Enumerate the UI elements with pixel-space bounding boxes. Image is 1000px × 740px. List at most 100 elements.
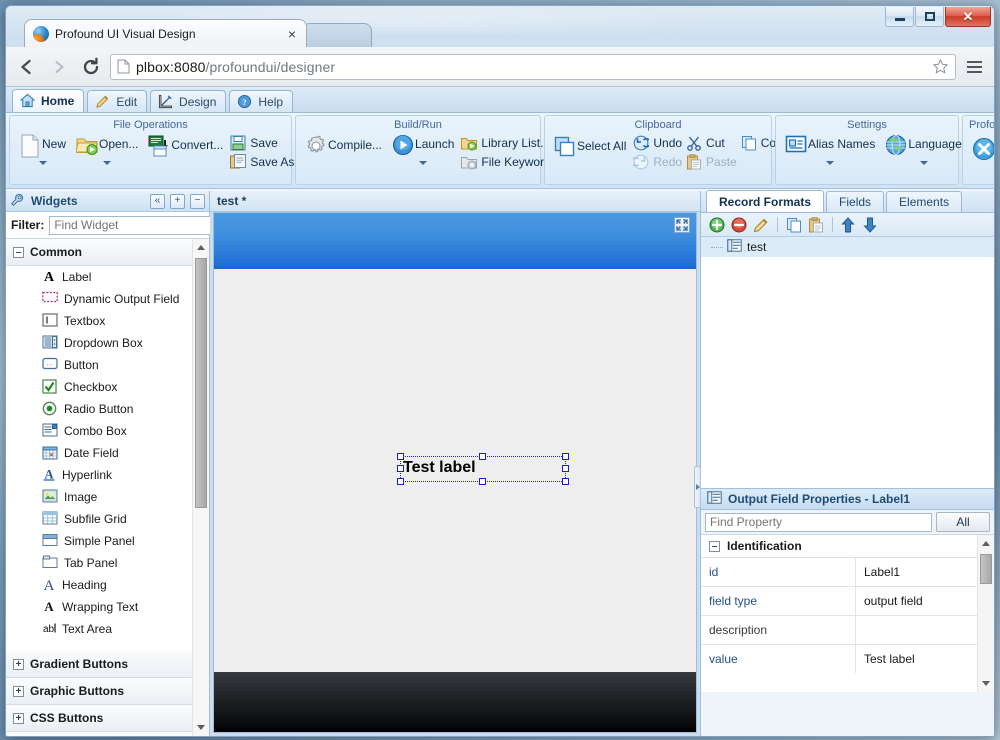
tab-record-formats[interactable]: Record Formats — [706, 190, 825, 212]
browser-tab-active[interactable]: Profound UI Visual Design × — [24, 19, 307, 47]
collapse-expander-icon[interactable]: – — [13, 246, 24, 258]
widget-item-button[interactable]: Button — [6, 354, 192, 376]
copy-icon[interactable] — [786, 217, 802, 233]
resize-handle-nw[interactable] — [397, 453, 404, 460]
resize-handle-e[interactable] — [562, 465, 569, 472]
widget-item-textbox[interactable]: Textbox — [6, 310, 192, 332]
property-name[interactable]: field type — [701, 587, 856, 615]
open-dropdown-caret-icon[interactable] — [103, 161, 112, 165]
language-button[interactable]: Language — [882, 134, 964, 165]
ribbon-tab-home[interactable]: Home — [12, 89, 85, 112]
reload-button[interactable] — [78, 54, 104, 80]
widget-group-css-buttons[interactable]: + CSS Buttons — [6, 705, 192, 732]
alias-names-button[interactable]: Alias Names — [782, 134, 878, 165]
resize-handle-sw[interactable] — [397, 478, 404, 485]
back-button[interactable] — [14, 54, 40, 80]
new-dropdown-caret-icon[interactable] — [38, 161, 47, 165]
expand-expander-icon[interactable]: + — [13, 712, 24, 724]
compile-button[interactable]: Compile... — [302, 134, 385, 155]
tree-row-test[interactable]: test — [701, 237, 994, 257]
paste-button[interactable]: Paste — [686, 154, 737, 170]
widget-item-dynamic-output-field[interactable]: Dynamic Output Field — [6, 288, 192, 310]
property-group-identification[interactable]: – Identification — [701, 535, 977, 557]
widget-item-wrapping-text[interactable]: A Wrapping Text — [6, 596, 192, 618]
rename-record-format-icon[interactable] — [753, 217, 769, 233]
ribbon-tab-help[interactable]: ? Help — [229, 90, 294, 112]
property-grid[interactable]: – Identification id Label1 field type ou… — [701, 534, 994, 692]
document-tab-test[interactable]: test * — [217, 194, 246, 208]
widget-item-hyperlink[interactable]: A Hyperlink — [6, 464, 192, 486]
scroll-down-button[interactable] — [978, 675, 994, 692]
widget-group-hyperlinks[interactable]: + Hyperlinks — [6, 732, 192, 736]
widget-group-gradient-buttons[interactable]: + Gradient Buttons — [6, 651, 192, 678]
remove-record-format-icon[interactable] — [731, 217, 747, 233]
property-row-description[interactable]: description — [701, 615, 977, 644]
widget-item-combo-box[interactable]: Combo Box — [6, 420, 192, 442]
property-row-field-type[interactable]: field type output field — [701, 586, 977, 615]
new-button[interactable]: New — [16, 134, 69, 165]
redo-button[interactable]: Redo — [633, 154, 682, 170]
widget-item-text-area[interactable]: ab Text Area — [6, 618, 192, 640]
widget-item-dropdown-box[interactable]: Dropdown Box — [6, 332, 192, 354]
record-formats-tree[interactable]: test — [701, 237, 994, 488]
resize-handle-ne[interactable] — [562, 453, 569, 460]
widget-group-common[interactable]: – Common — [6, 239, 192, 266]
ribbon-tab-design[interactable]: Design — [150, 90, 227, 112]
widget-filter-input[interactable] — [49, 215, 215, 235]
widget-item-checkbox[interactable]: Checkbox — [6, 376, 192, 398]
expand-all-button[interactable]: + — [170, 193, 185, 209]
launch-button[interactable]: Launch — [389, 134, 457, 165]
scrollbar-thumb[interactable] — [980, 554, 992, 584]
property-value[interactable]: output field — [856, 587, 977, 615]
collapse-all-button[interactable]: − — [190, 193, 205, 209]
scrollbar-thumb[interactable] — [195, 258, 207, 508]
widget-group-graphic-buttons[interactable]: + Graphic Buttons — [6, 678, 192, 705]
expand-expander-icon[interactable]: + — [13, 685, 24, 697]
tab-elements[interactable]: Elements — [886, 191, 963, 212]
property-search-input[interactable] — [705, 512, 932, 532]
property-value[interactable]: Test label — [856, 645, 977, 673]
close-designer-button[interactable] — [969, 134, 994, 160]
widget-item-label[interactable]: A Label — [6, 266, 192, 288]
address-bar[interactable]: plbox:8080/profoundui/designer — [110, 53, 956, 80]
scroll-up-button[interactable] — [193, 239, 209, 256]
property-value[interactable]: Label1 — [856, 558, 977, 586]
save-button[interactable]: Save — [230, 135, 304, 151]
new-tab-button[interactable] — [302, 23, 372, 47]
widget-item-radio-button[interactable]: Radio Button — [6, 398, 192, 420]
resize-handle-s[interactable] — [479, 478, 486, 485]
ribbon-tab-edit[interactable]: Edit — [87, 90, 148, 112]
move-up-icon[interactable] — [841, 216, 857, 233]
widget-list[interactable]: – Common A Label Dynamic Output Field Te… — [6, 238, 209, 736]
collapse-panel-button[interactable]: « — [150, 193, 165, 209]
selected-label-widget[interactable]: Test label — [403, 458, 476, 478]
property-row-id[interactable]: id Label1 — [701, 557, 977, 586]
browser-menu-button[interactable] — [962, 54, 986, 80]
property-value[interactable] — [856, 616, 977, 644]
pane-splitter-handle[interactable] — [694, 466, 701, 508]
paste-icon[interactable] — [808, 216, 824, 233]
forward-button[interactable] — [46, 54, 72, 80]
property-name[interactable]: description — [701, 616, 856, 644]
tab-fields[interactable]: Fields — [826, 191, 885, 212]
widget-item-image[interactable]: Image — [6, 486, 192, 508]
launch-dropdown-caret-icon[interactable] — [419, 161, 428, 165]
select-all-button[interactable]: Select All — [551, 134, 629, 157]
widget-list-scrollbar[interactable] — [192, 239, 209, 736]
widget-item-simple-panel[interactable]: Simple Panel — [6, 530, 192, 552]
widget-item-heading[interactable]: A Heading — [6, 574, 192, 596]
resize-handle-w[interactable] — [397, 465, 404, 472]
fullscreen-icon[interactable] — [674, 217, 690, 233]
canvas-work-area[interactable]: Test label — [214, 269, 696, 672]
resize-handle-n[interactable] — [479, 453, 486, 460]
property-name[interactable]: value — [701, 645, 856, 673]
alias-names-caret-icon[interactable] — [826, 161, 835, 165]
move-down-icon[interactable] — [863, 217, 879, 233]
scroll-up-button[interactable] — [978, 535, 994, 552]
language-caret-icon[interactable] — [919, 161, 928, 165]
open-button[interactable]: Open... — [73, 134, 141, 165]
expand-expander-icon[interactable]: + — [13, 658, 24, 670]
cut-button[interactable]: Cut — [686, 135, 737, 151]
all-properties-button[interactable]: All — [936, 512, 990, 532]
design-canvas[interactable]: Test label — [213, 212, 697, 733]
